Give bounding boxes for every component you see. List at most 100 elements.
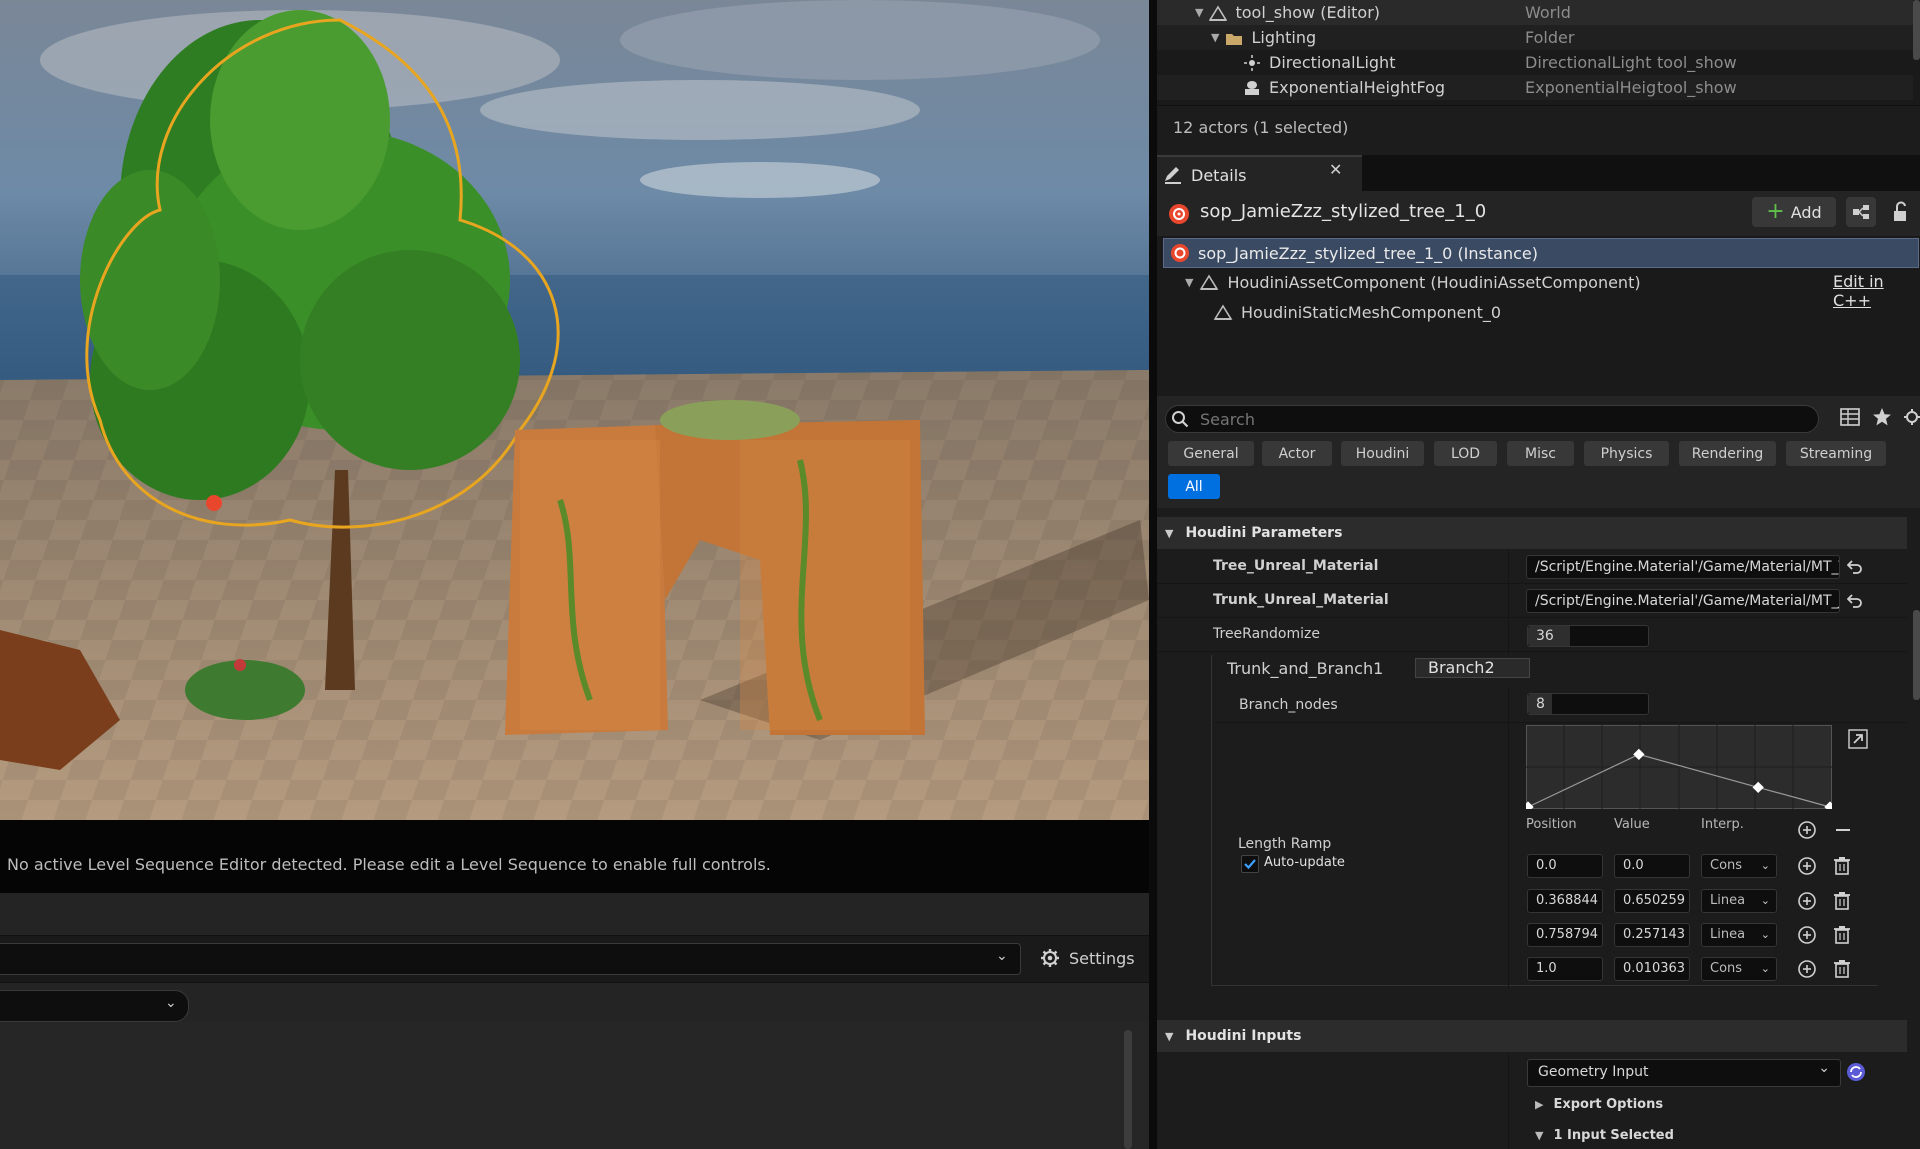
branch-nodes-value: 8 xyxy=(1536,696,1545,712)
blueprint-icon xyxy=(1853,205,1869,219)
collapse-arrow-icon[interactable]: ▼ xyxy=(1185,276,1193,289)
collapse-arrow-icon[interactable]: ▼ xyxy=(1195,6,1203,19)
input-selected-row[interactable]: ▼ 1 Input Selected xyxy=(1535,1128,1674,1143)
star-icon[interactable] xyxy=(1872,407,1892,427)
trash-icon[interactable] xyxy=(1833,856,1851,876)
filter-lod[interactable]: LOD xyxy=(1434,441,1497,466)
remove-point-icon[interactable] xyxy=(1833,820,1853,840)
ramp-position-input[interactable]: 1.0 xyxy=(1527,957,1603,981)
category-houdini-inputs[interactable]: ▼ Houdini Inputs xyxy=(1157,1020,1907,1052)
ramp-value-input[interactable]: 0.010363 xyxy=(1614,957,1690,981)
outliner-item-type: World xyxy=(1525,3,1571,22)
branch-nodes-input[interactable]: 8 xyxy=(1527,693,1649,715)
filter-physics[interactable]: Physics xyxy=(1584,441,1669,466)
add-point-icon[interactable] xyxy=(1797,959,1817,979)
ramp-value-input[interactable]: 0.0 xyxy=(1614,854,1690,878)
outliner-row[interactable]: DirectionalLight DirectionalLight tool_s… xyxy=(1157,50,1913,75)
outliner-scrollbar[interactable] xyxy=(1913,0,1920,60)
reset-arrow-icon[interactable] xyxy=(1847,558,1863,574)
tree-material-field[interactable]: /Script/Engine.Material'/Game/Material/M… xyxy=(1526,555,1840,579)
outliner-row[interactable]: ExponentialHeightFog ExponentialHeig too… xyxy=(1157,75,1913,100)
component-label: HoudiniStaticMeshComponent_0 xyxy=(1241,302,1502,322)
add-point-icon[interactable] xyxy=(1797,820,1817,840)
filter-general[interactable]: General xyxy=(1168,441,1254,466)
blueprint-button[interactable] xyxy=(1846,197,1876,227)
panel-splitter[interactable] xyxy=(1149,0,1157,1149)
scrollbar[interactable] xyxy=(1124,1030,1132,1149)
secondary-combo[interactable] xyxy=(0,990,189,1022)
ramp-interp-value: Cons xyxy=(1710,961,1743,976)
trash-icon[interactable] xyxy=(1833,891,1851,911)
ramp-position-input[interactable]: 0.758794 xyxy=(1527,923,1603,947)
column-divider[interactable] xyxy=(1508,1052,1509,1149)
property-label: TreeRandomize xyxy=(1213,626,1320,642)
ramp-interp-select[interactable]: Linea ⌄ xyxy=(1701,923,1777,947)
ramp-position-input[interactable]: 0.368844 xyxy=(1527,889,1603,913)
outliner-item-type: Folder xyxy=(1525,28,1575,47)
collapse-arrow-icon[interactable]: ▼ xyxy=(1165,527,1173,540)
add-point-icon[interactable] xyxy=(1797,856,1817,876)
auto-update-checkbox[interactable] xyxy=(1241,855,1259,873)
refresh-icon[interactable] xyxy=(1846,1062,1866,1082)
settings-button[interactable]: Settings xyxy=(1040,944,1135,972)
export-options-row[interactable]: ▶ Export Options xyxy=(1535,1097,1663,1112)
input-type-select[interactable]: Geometry Input ⌄ xyxy=(1527,1059,1841,1087)
reset-arrow-icon[interactable] xyxy=(1847,592,1863,608)
ramp-interp-select[interactable]: Cons ⌄ xyxy=(1701,854,1777,878)
level-viewport[interactable] xyxy=(0,0,1149,820)
trash-icon[interactable] xyxy=(1833,959,1851,979)
sequence-combo[interactable] xyxy=(0,943,1021,975)
folder-icon xyxy=(1226,33,1243,45)
trash-icon[interactable] xyxy=(1833,925,1851,945)
filter-rendering[interactable]: Rendering xyxy=(1679,441,1776,466)
length-ramp-label: Length Ramp xyxy=(1238,836,1332,852)
export-options-label: Export Options xyxy=(1553,1097,1664,1112)
outliner-item-name: Lighting xyxy=(1251,28,1317,47)
column-divider[interactable] xyxy=(1508,688,1509,988)
filter-misc[interactable]: Misc xyxy=(1507,441,1574,466)
add-point-icon[interactable] xyxy=(1797,925,1817,945)
add-component-button[interactable]: + Add xyxy=(1752,197,1836,227)
input-selected-label: 1 Input Selected xyxy=(1553,1128,1674,1143)
close-icon[interactable]: ✕ xyxy=(1329,160,1342,179)
filter-houdini[interactable]: Houdini xyxy=(1341,441,1424,466)
trunk-material-field[interactable]: /Script/Engine.Material'/Game/Material/M… xyxy=(1526,589,1840,613)
details-scrollbar[interactable] xyxy=(1913,610,1920,700)
chevron-down-icon[interactable]: ⌄ xyxy=(165,995,177,1011)
collapse-arrow-icon[interactable]: ▼ xyxy=(1165,1030,1173,1043)
ramp-value-input[interactable]: 0.257143 xyxy=(1614,923,1690,947)
lock-icon[interactable] xyxy=(1892,201,1910,223)
ramp-value-input[interactable]: 0.650259 xyxy=(1614,889,1690,913)
search-input[interactable] xyxy=(1165,405,1819,433)
directional-light-icon xyxy=(1244,54,1260,71)
length-ramp-curve[interactable] xyxy=(1526,725,1832,809)
ramp-interp-select[interactable]: Cons ⌄ xyxy=(1701,957,1777,981)
outliner-row[interactable]: ▼ Lighting Folder xyxy=(1157,25,1913,50)
add-point-icon[interactable] xyxy=(1797,891,1817,911)
filter-all[interactable]: All xyxy=(1168,474,1220,499)
filter-actor[interactable]: Actor xyxy=(1262,441,1332,466)
chevron-down-icon: ⌄ xyxy=(1760,859,1770,872)
table-view-icon[interactable] xyxy=(1840,408,1860,426)
component-row-instance[interactable]: sop_JamieZzz_stylized_tree_1_0 (Instance… xyxy=(1163,238,1919,268)
collapse-arrow-icon[interactable]: ▼ xyxy=(1211,31,1219,44)
category-houdini-parameters[interactable]: ▼ Houdini Parameters xyxy=(1157,517,1907,549)
settings-label: Settings xyxy=(1069,948,1135,968)
tab-trunk-and-branch1[interactable]: Trunk_and_Branch1 xyxy=(1213,657,1413,681)
expand-curve-icon[interactable] xyxy=(1848,729,1868,749)
checkmark-icon xyxy=(1244,859,1256,870)
add-label: Add xyxy=(1790,202,1822,222)
ramp-interp-select[interactable]: Linea ⌄ xyxy=(1701,889,1777,913)
chevron-down-icon[interactable]: ⌄ xyxy=(996,948,1008,964)
chevron-down-icon: ⌄ xyxy=(1818,1060,1830,1076)
outliner-row[interactable]: ▼ tool_show (Editor) World xyxy=(1157,0,1913,25)
ramp-position-input[interactable]: 0.0 xyxy=(1527,854,1603,878)
tree-randomize-input[interactable]: 36 xyxy=(1527,625,1649,647)
filter-streaming[interactable]: Streaming xyxy=(1786,441,1886,466)
tab-branch2[interactable]: Branch2 xyxy=(1415,658,1530,678)
component-row-static-mesh[interactable]: HoudiniStaticMeshComponent_0 xyxy=(1163,298,1919,326)
tree-randomize-value: 36 xyxy=(1536,628,1554,644)
component-row-houdini-asset[interactable]: ▼ HoudiniAssetComponent (HoudiniAssetCom… xyxy=(1163,268,1919,296)
gear-icon[interactable] xyxy=(1903,408,1920,426)
collapse-arrow-icon: ▼ xyxy=(1535,1129,1544,1142)
